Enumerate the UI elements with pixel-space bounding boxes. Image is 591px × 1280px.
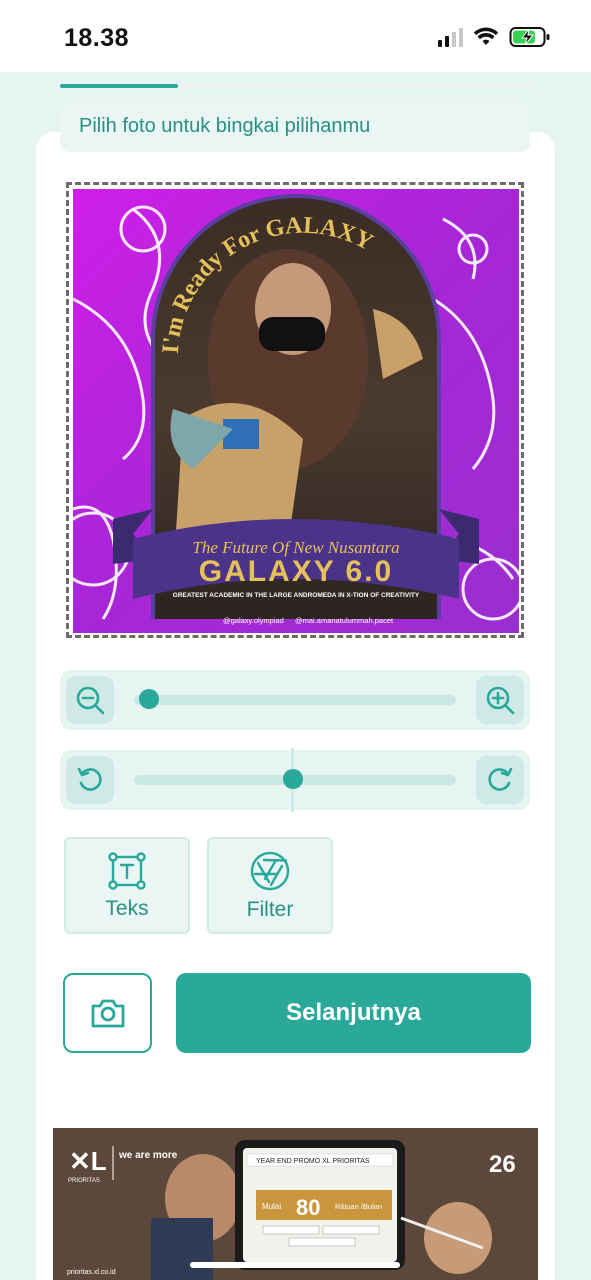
ad-price-suffix: Ribuan /Bulan xyxy=(335,1202,382,1211)
zoom-slider-track[interactable] xyxy=(134,695,456,705)
zoom-out-icon xyxy=(76,686,105,715)
rotate-left-button[interactable] xyxy=(66,756,114,804)
zoom-slider-thumb[interactable] xyxy=(139,689,159,709)
ad-price-prefix: Mulai xyxy=(262,1202,281,1211)
text-tool-button[interactable]: Teks xyxy=(64,837,190,934)
home-indicator xyxy=(190,1262,400,1268)
wifi-icon xyxy=(473,27,499,45)
status-icons xyxy=(438,26,551,48)
frame-title: GALAXY 6.0 xyxy=(199,555,394,588)
filter-tool-button[interactable]: Filter xyxy=(207,837,333,934)
rotate-slider-thumb[interactable] xyxy=(283,769,303,789)
ad-artwork: YEAR END PROMO XL PRIORITAS Mulai 80 Rib… xyxy=(53,1128,538,1280)
xl-logo-icon: ✕L xyxy=(69,1146,107,1176)
aperture-icon xyxy=(250,851,290,890)
hint-text: Pilih foto untuk bingkai pilihanmu xyxy=(79,114,371,137)
step-progress-active xyxy=(60,84,178,88)
ad-brand-sub: PRIORITAS xyxy=(68,1178,100,1184)
camera-button[interactable] xyxy=(63,973,152,1053)
zoom-slider-row xyxy=(60,670,530,730)
rotate-left-icon xyxy=(77,767,102,791)
cellular-signal-icon xyxy=(438,27,463,47)
text-tool-label: Teks xyxy=(105,896,149,920)
rotate-right-button[interactable] xyxy=(476,756,524,804)
hint-box: Pilih foto untuk bingkai pilihanmu xyxy=(60,100,530,152)
zoom-in-button[interactable] xyxy=(476,676,524,724)
photo-frame-canvas[interactable]: I'm Ready For GALAXY The Future Of New N… xyxy=(66,182,524,638)
battery-charging-icon xyxy=(509,27,550,47)
next-button[interactable]: Selanjutnya xyxy=(176,973,531,1053)
ad-price-number: 80 xyxy=(296,1195,320,1220)
zoom-out-button[interactable] xyxy=(66,676,114,724)
ad-site: prioritas.xl.co.id xyxy=(67,1269,116,1276)
frame-instagram-1: @galaxy.olympiad xyxy=(223,616,284,625)
filter-tool-label: Filter xyxy=(246,897,294,921)
ad-brand: we are more xyxy=(118,1150,178,1161)
rotate-slider-row xyxy=(60,748,530,812)
zoom-in-icon xyxy=(486,686,515,715)
frame-tagline: GREATEST ACADEMIC IN THE LARGE ANDROMEDA… xyxy=(173,592,420,599)
frame-artwork: I'm Ready For GALAXY The Future Of New N… xyxy=(73,189,519,633)
status-time: 18.38 xyxy=(64,24,130,52)
text-box-icon xyxy=(108,851,146,890)
ad-promo-header: YEAR END PROMO XL PRIORITAS xyxy=(256,1158,370,1165)
ad-banner[interactable]: YEAR END PROMO XL PRIORITAS Mulai 80 Rib… xyxy=(53,1128,538,1280)
camera-icon xyxy=(91,999,124,1028)
status-bar: 18.38 xyxy=(0,0,591,72)
ad-anniversary: 26 xyxy=(489,1151,516,1178)
frame-instagram-2: @mai.amanatulummah.pacet xyxy=(295,616,394,625)
rotate-right-icon xyxy=(488,767,513,791)
